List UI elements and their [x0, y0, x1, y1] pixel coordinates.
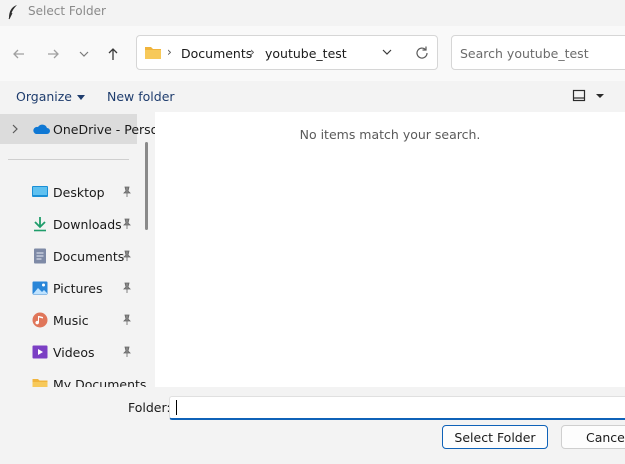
downloads-icon — [34, 217, 46, 232]
sidebar-item-my-documents[interactable]: My Documents — [0, 369, 146, 387]
arrow-up-icon — [108, 48, 118, 60]
address-bar[interactable]: › Documents › youtube_test — [136, 35, 438, 70]
folder-icon — [145, 47, 161, 59]
view-pane-icon — [572, 89, 604, 102]
pin-icon[interactable] — [122, 314, 132, 326]
navigation-pane: OneDrive - Personal Desktop Downloads Do… — [0, 112, 155, 387]
up-button[interactable] — [102, 43, 124, 65]
chevron-right-icon[interactable] — [10, 123, 20, 135]
sidebar-item-downloads[interactable]: Downloads — [0, 209, 137, 239]
pin-icon[interactable] — [122, 346, 132, 358]
scrollbar-thumb[interactable] — [145, 142, 148, 230]
folder-icon — [32, 379, 48, 387]
forward-button[interactable] — [42, 43, 64, 65]
sidebar-item-label: Videos — [53, 345, 95, 360]
breadcrumb-youtube-test[interactable]: youtube_test — [265, 46, 347, 61]
view-options-button[interactable] — [572, 89, 604, 106]
sidebar-item-music[interactable]: Music — [0, 305, 137, 335]
sidebar-item-label: Music — [53, 313, 89, 328]
breadcrumb-separator: › — [167, 45, 172, 59]
sidebar-item-onedrive[interactable]: OneDrive - Personal — [0, 114, 155, 144]
documents-icon — [34, 248, 46, 264]
new-folder-button[interactable]: New folder — [107, 89, 175, 104]
organize-label: Organize — [16, 89, 72, 104]
command-bar: Organize New folder — [0, 81, 625, 112]
empty-message: No items match your search. — [299, 127, 481, 142]
dialog-footer: Folder: Select Folder Cancel — [0, 387, 625, 464]
divider — [8, 159, 129, 160]
pin-icon[interactable] — [122, 186, 132, 198]
sidebar-item-label: My Documents — [53, 377, 147, 387]
search-box[interactable]: Search youtube_test — [451, 35, 625, 70]
chevron-down-icon — [79, 51, 89, 57]
arrow-right-icon — [48, 49, 59, 59]
music-icon — [32, 312, 48, 328]
pin-icon[interactable] — [122, 218, 132, 230]
recent-locations-button[interactable] — [73, 43, 95, 65]
pin-icon[interactable] — [122, 282, 132, 294]
videos-icon — [32, 345, 48, 359]
onedrive-cloud-icon — [33, 124, 50, 134]
arrow-left-icon — [13, 49, 24, 59]
sidebar-item-label: Downloads — [53, 217, 122, 232]
window-title: Select Folder — [28, 4, 106, 18]
sidebar-item-label: OneDrive - Personal — [53, 122, 155, 137]
folder-field[interactable] — [169, 396, 625, 420]
caret-down-icon — [77, 95, 85, 100]
chevron-down-icon[interactable] — [381, 46, 393, 58]
sidebar-item-documents[interactable]: Documents — [0, 241, 137, 271]
pictures-icon — [32, 281, 48, 295]
navigation-bar: › Documents › youtube_test Search youtub… — [0, 26, 625, 81]
sidebar-item-desktop[interactable]: Desktop — [0, 177, 137, 207]
refresh-icon[interactable] — [414, 45, 430, 61]
breadcrumb-documents[interactable]: Documents — [181, 46, 252, 61]
organize-button[interactable]: Organize — [16, 89, 85, 104]
back-button[interactable] — [8, 43, 30, 65]
cancel-button[interactable]: Cancel — [561, 425, 625, 449]
sidebar-item-videos[interactable]: Videos — [0, 337, 137, 367]
text-cursor — [176, 400, 177, 415]
file-list-area[interactable]: No items match your search. — [155, 112, 625, 387]
select-folder-button[interactable]: Select Folder — [442, 425, 548, 449]
sidebar-item-label: Desktop — [53, 185, 105, 200]
breadcrumb-separator: › — [250, 45, 255, 59]
title-bar: Select Folder — [0, 0, 625, 26]
sidebar-item-pictures[interactable]: Pictures — [0, 273, 137, 303]
folder-label: Folder: — [128, 400, 171, 415]
sidebar-item-label: Pictures — [53, 281, 103, 296]
feather-icon — [8, 5, 17, 20]
search-input[interactable]: Search youtube_test — [460, 46, 589, 61]
desktop-icon — [32, 186, 48, 197]
sidebar-item-label: Documents — [53, 249, 125, 264]
pin-icon[interactable] — [122, 250, 132, 262]
